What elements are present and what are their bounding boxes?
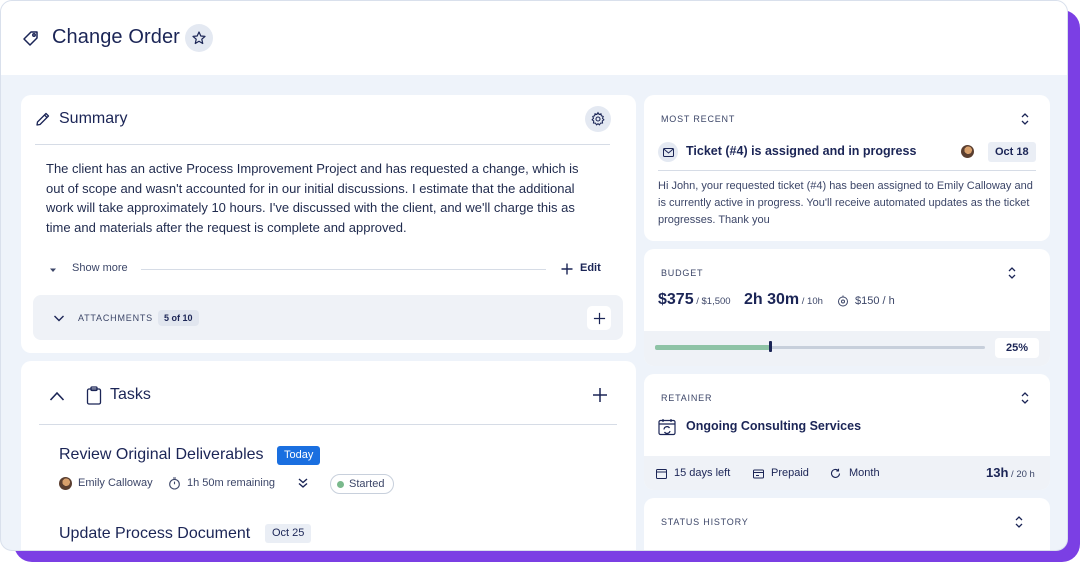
task-time-remaining: 1h 50m remaining [187, 477, 276, 489]
due-date-badge: Today [277, 446, 321, 465]
summary-card: Summary The client has an active Process… [21, 95, 636, 353]
calendar-refresh-icon [658, 419, 676, 436]
billing-period: Month [849, 467, 880, 479]
summary-settings-button[interactable] [585, 106, 611, 132]
favorite-button[interactable] [185, 24, 213, 52]
attachments-label: ATTACHMENTS [78, 313, 153, 323]
section-label: BUDGET [661, 268, 704, 278]
summary-title: Summary [59, 110, 128, 127]
page-header: Change Order [1, 1, 1067, 75]
page-title: Change Order [52, 26, 180, 48]
tasks-title: Tasks [110, 386, 151, 403]
section-label: MOST RECENT [661, 114, 736, 124]
hourly-rate: $150 / h [855, 295, 895, 307]
plus-icon[interactable] [592, 387, 608, 403]
rate-icon [838, 295, 848, 307]
budget-spent: $375 / $1,500 [658, 291, 731, 308]
task-title[interactable]: Update Process Document [59, 525, 250, 543]
refresh-icon [831, 468, 841, 478]
retainer-name[interactable]: Ongoing Consulting Services [686, 419, 861, 433]
avatar [59, 477, 72, 490]
updown-chevron-icon[interactable] [1007, 266, 1017, 280]
attachments-section[interactable]: ATTACHMENTS 5 of 10 [33, 295, 623, 340]
progress-percent: 25% [995, 338, 1039, 358]
chevron-up-icon[interactable] [49, 390, 65, 402]
star-icon [192, 31, 206, 45]
status-badge[interactable]: Started [330, 474, 395, 494]
billing-type: Prepaid [771, 467, 809, 479]
section-label: STATUS HISTORY [661, 517, 749, 527]
gear-icon [591, 111, 605, 126]
updown-chevron-icon[interactable] [1020, 112, 1030, 126]
pencil-icon [36, 112, 50, 126]
retainer-card: RETAINER Ongoing Consulting Services 15 … [644, 374, 1050, 490]
divider [39, 424, 617, 425]
divider [141, 269, 546, 270]
divider [35, 144, 610, 145]
status-dot [337, 480, 344, 488]
double-chevron-down-icon[interactable] [297, 477, 309, 489]
show-more-link[interactable]: Show more [72, 262, 128, 274]
divider [658, 170, 1036, 171]
due-date-badge: Oct 25 [265, 524, 312, 543]
tag-icon [23, 31, 38, 46]
hours-used: 13h / 20 h [986, 465, 1035, 480]
attachments-count-badge: 5 of 10 [158, 310, 199, 326]
plus-icon [593, 312, 605, 324]
retainer-details: 15 days left Prepaid Month 13h / 20 h [644, 456, 1050, 490]
recent-date-badge: Oct 18 [988, 142, 1036, 162]
timer-icon [169, 477, 180, 490]
app-window: Change Order Summary The client has an a… [0, 0, 1068, 551]
updown-chevron-icon[interactable] [1020, 391, 1030, 405]
mail-icon-badge [658, 142, 678, 162]
progress-marker[interactable] [769, 341, 772, 352]
task-title[interactable]: Review Original Deliverables [59, 446, 264, 464]
budget-card: BUDGET $375 / $1,500 2h 30m / 10h $150 /… [644, 249, 1050, 366]
task-assignee: Emily Calloway [78, 477, 153, 489]
progress-fill [655, 345, 770, 350]
edit-button[interactable]: Edit [580, 262, 601, 274]
avatar [961, 145, 974, 158]
caret-down-icon[interactable] [48, 265, 58, 275]
clipboard-icon [86, 386, 102, 405]
progress-track [655, 341, 985, 352]
budget-progress-bar: 25% [644, 331, 1050, 366]
recent-activity-title[interactable]: Ticket (#4) is assigned and in progress [686, 144, 916, 158]
status-label: Started [349, 478, 385, 490]
recent-activity-message: Hi John, your requested ticket (#4) has … [658, 180, 1033, 226]
prepaid-icon [753, 469, 764, 479]
add-attachment-button[interactable] [587, 306, 611, 330]
plus-icon[interactable] [560, 262, 574, 276]
budget-time: 2h 30m / 10h [744, 291, 823, 308]
updown-chevron-icon[interactable] [1014, 515, 1024, 529]
days-left: 15 days left [674, 467, 731, 479]
tasks-card: Tasks Review Original Deliverables Today… [21, 361, 636, 550]
section-label: RETAINER [661, 393, 713, 403]
chevron-down-icon[interactable] [53, 312, 65, 324]
summary-text: The client has an active Process Improve… [46, 161, 579, 235]
mail-icon [662, 147, 674, 157]
status-history-card: STATUS HISTORY [644, 498, 1050, 550]
most-recent-card: MOST RECENT Ticket (#4) is assigned and … [644, 95, 1050, 241]
calendar-icon [656, 469, 667, 479]
